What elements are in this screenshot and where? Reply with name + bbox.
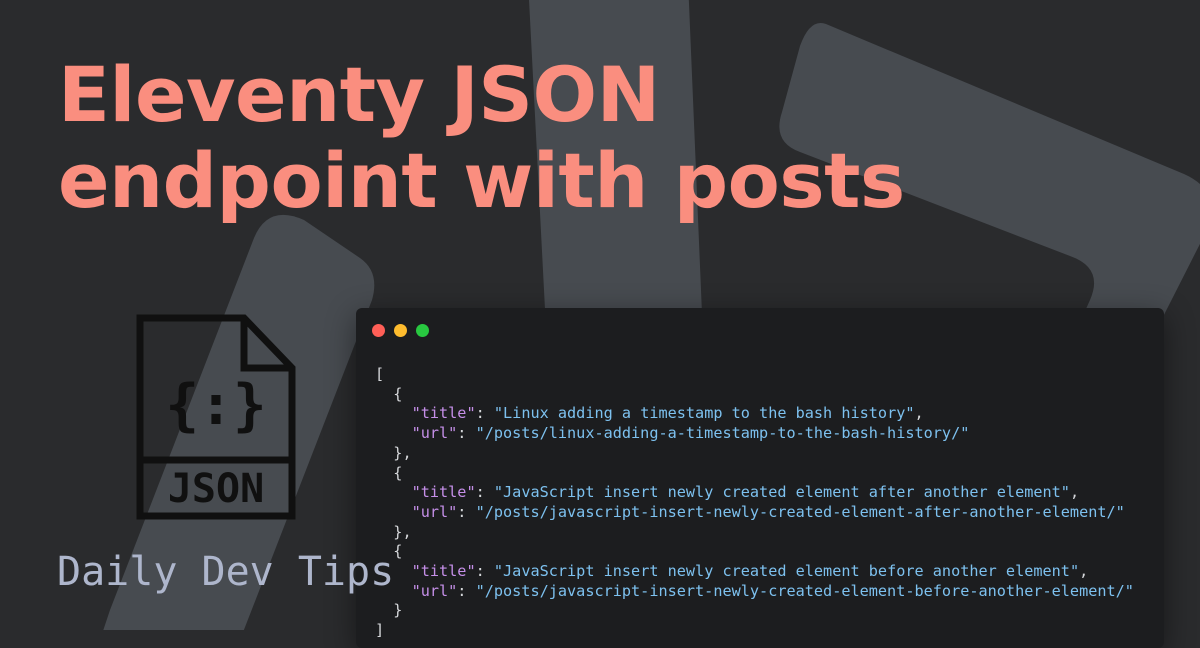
brand-name: Daily Dev Tips	[57, 549, 395, 595]
post-3-title-key: "title"	[411, 562, 476, 581]
object-close: }	[393, 601, 403, 620]
maximize-dot-icon[interactable]	[416, 324, 429, 337]
post-3-url: "/posts/javascript-insert-newly-created-…	[475, 581, 1134, 600]
object-open: {	[393, 384, 403, 403]
post-2-url-key: "url"	[411, 502, 458, 521]
json-file-icon: {:} JSON	[136, 314, 296, 520]
page-title: Eleventy JSON endpoint with posts	[58, 52, 905, 224]
post-1-url: "/posts/linux-adding-a-timestamp-to-the-…	[475, 424, 970, 443]
post-1-title: "Linux adding a timestamp to the bash hi…	[493, 404, 915, 423]
title-line-2: endpoint with posts	[58, 136, 905, 225]
object-close: },	[393, 443, 412, 462]
object-open: {	[393, 542, 403, 561]
post-1-url-key: "url"	[411, 424, 458, 443]
post-2-title: "JavaScript insert newly created element…	[493, 483, 1070, 502]
post-3-url-key: "url"	[411, 581, 458, 600]
array-close: ]	[375, 621, 385, 640]
code-window: [ { "title": "Linux adding a timestamp t…	[356, 308, 1164, 648]
object-close: },	[393, 522, 412, 541]
post-2-url: "/posts/javascript-insert-newly-created-…	[475, 502, 1125, 521]
post-3-title: "JavaScript insert newly created element…	[493, 562, 1080, 581]
json-label-text: JSON	[168, 466, 264, 512]
post-2-title-key: "title"	[411, 483, 476, 502]
post-1-title-key: "title"	[411, 404, 476, 423]
array-open: [	[375, 365, 385, 383]
title-line-1: Eleventy JSON	[58, 50, 660, 139]
object-open: {	[393, 463, 403, 482]
minimize-dot-icon[interactable]	[394, 324, 407, 337]
json-glyph-text: {:}	[165, 373, 266, 438]
close-dot-icon[interactable]	[372, 324, 385, 337]
code-block: [ { "title": "Linux adding a timestamp t…	[375, 365, 1134, 640]
